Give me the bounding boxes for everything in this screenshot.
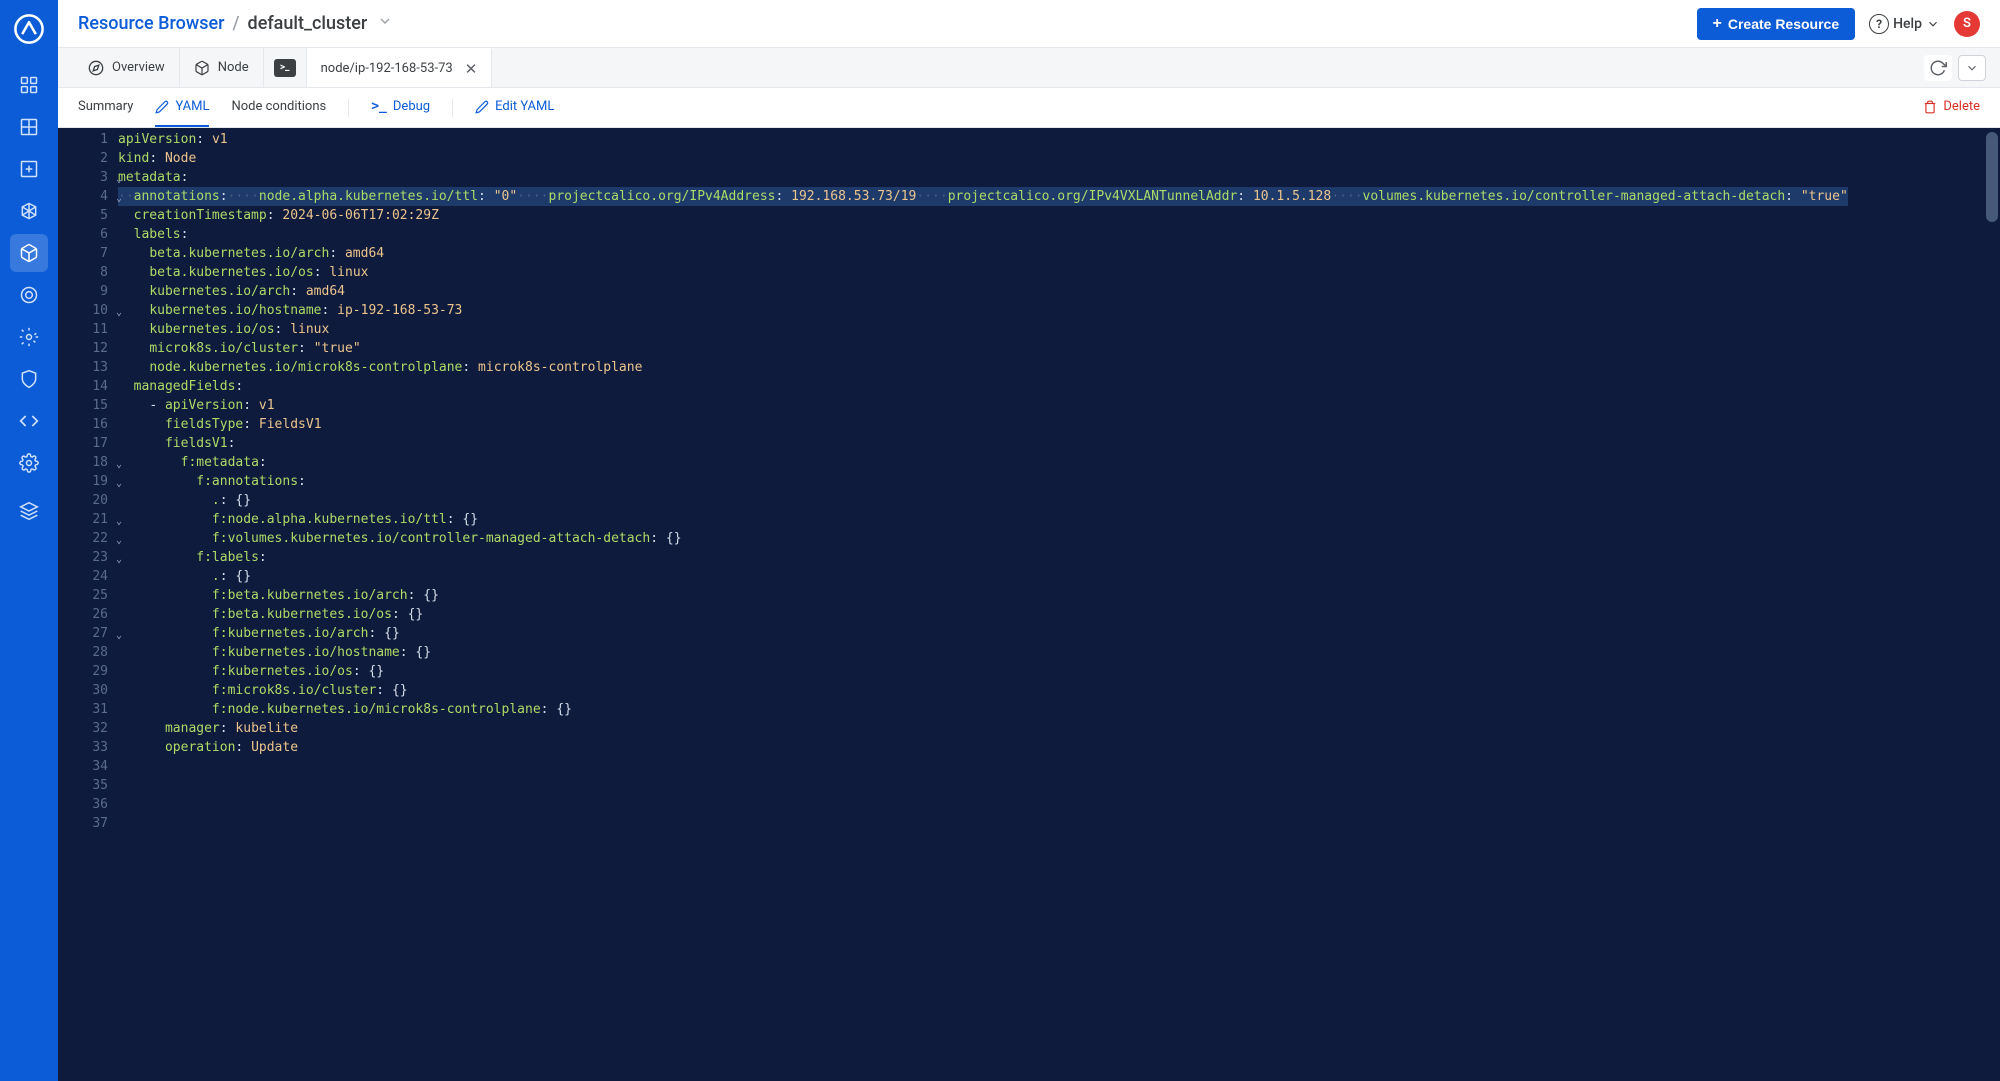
close-icon[interactable]: ✕ — [465, 60, 478, 78]
create-resource-label: Create Resource — [1728, 16, 1839, 32]
terminal-icon: >_ — [274, 59, 296, 77]
editor-code[interactable]: apiVersion: v1kind: Nodemetadata:··annot… — [118, 128, 2000, 833]
sidebar-item-resourcebrowser[interactable] — [10, 234, 48, 272]
pencil-icon — [475, 100, 489, 114]
chevron-down-icon[interactable] — [377, 13, 393, 34]
editor-gutter: 123⌄4⌄5678910⌄1112131415161718⌄19⌄2021⌄2… — [58, 128, 118, 833]
tab-node[interactable]: Node — [180, 48, 264, 87]
subtab-edit-yaml[interactable]: Edit YAML — [475, 88, 554, 127]
subtab-delete[interactable]: Delete — [1923, 88, 1980, 127]
subtab-debug[interactable]: >_ Debug — [371, 88, 430, 127]
sidebar-item-helm[interactable] — [10, 192, 48, 230]
dropdown-button[interactable] — [1958, 55, 1986, 81]
subtab-bar: Summary YAML Node conditions >_ Debug Ed… — [58, 88, 2000, 128]
sidebar-item-code[interactable] — [10, 402, 48, 440]
plus-icon: + — [1713, 16, 1722, 32]
tab-node-label: Node — [218, 60, 249, 75]
refresh-button[interactable] — [1924, 55, 1952, 81]
trash-icon — [1923, 100, 1937, 114]
sidebar-item-config[interactable] — [10, 318, 48, 356]
breadcrumb-separator: / — [233, 13, 240, 34]
yaml-editor[interactable]: 123⌄4⌄5678910⌄1112131415161718⌄19⌄2021⌄2… — [58, 128, 2000, 1081]
tab-overview-label: Overview — [112, 60, 165, 75]
chevron-down-icon — [1926, 17, 1940, 31]
breadcrumb-root-link[interactable]: Resource Browser — [78, 13, 225, 34]
tab-terminal[interactable]: >_ — [264, 48, 307, 87]
user-avatar[interactable]: S — [1954, 11, 1980, 37]
breadcrumb-current[interactable]: default_cluster — [248, 13, 368, 34]
compass-icon — [88, 60, 104, 76]
tab-node-detail-label: node/ip-192-168-53-73 — [321, 61, 453, 76]
subtab-summary[interactable]: Summary — [78, 88, 133, 127]
terminal-icon: >_ — [371, 99, 387, 114]
sidebar-item-grid[interactable] — [10, 108, 48, 146]
help-icon: ? — [1869, 14, 1889, 34]
scrollbar-thumb[interactable] — [1986, 132, 1998, 222]
sidebar-item-security[interactable] — [10, 360, 48, 398]
sidebar — [0, 0, 58, 1081]
create-resource-button[interactable]: + Create Resource — [1697, 8, 1856, 40]
help-menu[interactable]: ? Help — [1869, 14, 1940, 34]
header: Resource Browser / default_cluster + Cre… — [58, 0, 2000, 48]
sidebar-item-layers[interactable] — [10, 492, 48, 530]
pencil-icon — [155, 100, 169, 114]
refresh-icon — [1929, 59, 1947, 77]
help-label: Help — [1893, 16, 1922, 32]
breadcrumb: Resource Browser / default_cluster — [78, 13, 393, 34]
subtab-node-conditions[interactable]: Node conditions — [231, 88, 326, 127]
tab-node-detail[interactable]: node/ip-192-168-53-73 ✕ — [307, 48, 493, 87]
sidebar-item-apps[interactable] — [10, 66, 48, 104]
subtab-yaml[interactable]: YAML — [155, 88, 209, 127]
sidebar-item-settings[interactable] — [10, 444, 48, 482]
tab-bar: Overview Node >_ node/ip-192-168-53-73 ✕ — [58, 48, 2000, 88]
cube-icon — [194, 60, 210, 76]
chevron-down-icon — [1965, 61, 1979, 75]
sidebar-item-circle[interactable] — [10, 276, 48, 314]
app-logo[interactable] — [10, 10, 48, 48]
tab-overview[interactable]: Overview — [74, 48, 180, 87]
sidebar-item-add[interactable] — [10, 150, 48, 188]
